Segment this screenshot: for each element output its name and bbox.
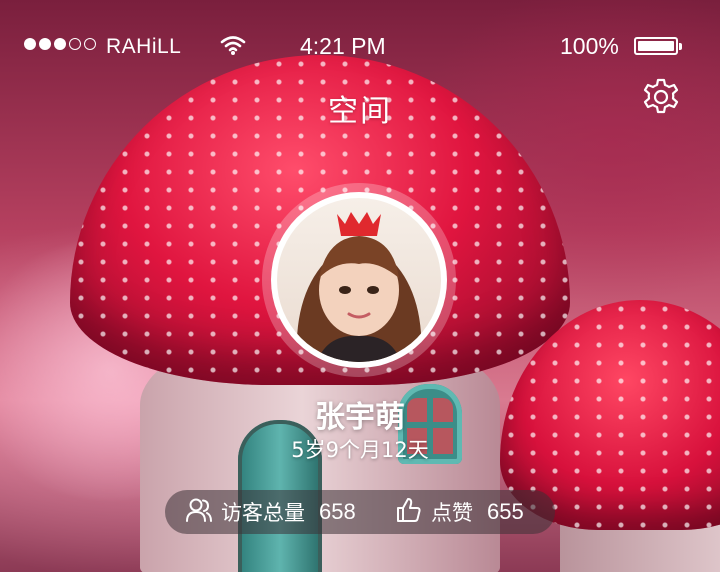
likes-stat[interactable]: 点赞 655	[395, 490, 524, 534]
battery-icon	[634, 37, 682, 55]
likes-count: 655	[487, 499, 524, 524]
thumbs-up-icon	[395, 497, 423, 528]
status-bar: RAHiLL 4:21 PM 100%	[0, 28, 720, 66]
avatar-photo	[277, 198, 441, 362]
page-title: 空间	[328, 94, 392, 129]
stats-bar: 访客总量 658 点赞 655	[165, 490, 555, 534]
signal-strength-icon	[24, 38, 96, 50]
battery-percentage: 100%	[560, 33, 619, 59]
profile-age: 5岁9个月12天	[291, 438, 429, 462]
space-screen: RAHiLL 4:21 PM 100% 空间 张宇萌 5岁9个月12天 访客总量…	[0, 0, 720, 572]
profile-name: 张宇萌	[315, 400, 405, 435]
visitors-count: 658	[319, 499, 356, 524]
users-icon	[185, 497, 213, 528]
status-time: 4:21 PM	[300, 33, 386, 59]
likes-label: 点赞	[431, 501, 473, 525]
avatar[interactable]	[271, 192, 447, 368]
carrier-name: RAHiLL	[106, 35, 182, 58]
visitors-label: 访客总量	[221, 501, 305, 525]
visitors-stat[interactable]: 访客总量 658	[185, 490, 356, 534]
wifi-icon	[220, 34, 246, 61]
gear-icon[interactable]	[641, 77, 681, 117]
